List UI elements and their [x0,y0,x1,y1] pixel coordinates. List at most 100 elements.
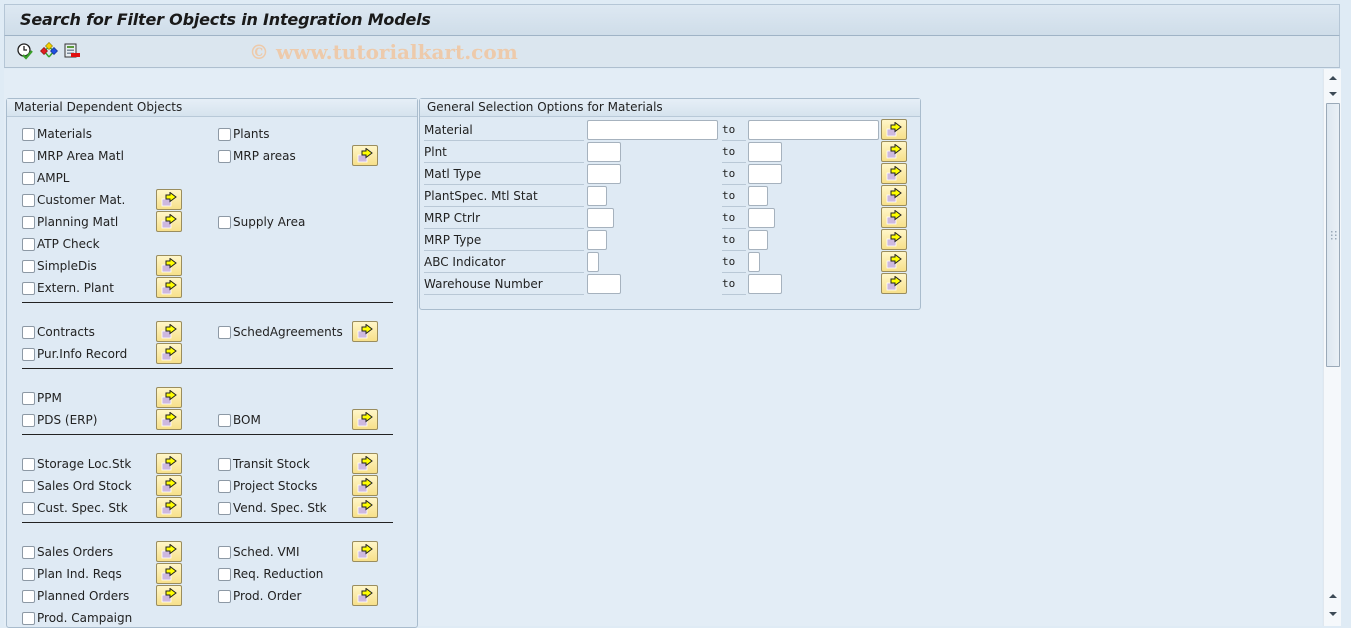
checkbox-item-mrp-areas[interactable]: MRP areas [218,148,296,164]
checkbox-item-plants[interactable]: Plants [218,126,270,142]
plnt-to-input[interactable] [748,142,782,162]
multiple-selection-button-sales-ord-stock[interactable] [156,475,182,496]
checkbox-item-pds-erp[interactable]: PDS (ERP) [22,412,97,428]
material-to-input[interactable] [748,120,879,140]
checkbox-sales-ord-stock[interactable] [22,479,35,493]
checkbox-pds-erp[interactable] [22,413,35,427]
checkbox-bom[interactable] [218,413,231,427]
checkbox-item-ppm[interactable]: PPM [22,390,62,406]
multiple-selection-button-vend-spec-stk[interactable] [352,497,378,518]
checkbox-item-ampl[interactable]: AMPL [22,170,69,186]
checkbox-prod-campaign[interactable] [22,611,35,625]
execute-clock-icon[interactable] [16,42,34,60]
multiple-selection-button-sales-orders[interactable] [156,541,182,562]
checkbox-item-sales-ord-stock[interactable]: Sales Ord Stock [22,478,132,494]
multiple-selection-button-matl-type[interactable] [881,163,907,184]
checkbox-item-simpledis[interactable]: SimpleDis [22,258,97,274]
checkbox-schedagreements[interactable] [218,325,231,339]
checkbox-mrp-areas[interactable] [218,149,231,163]
checkbox-supply-area[interactable] [218,215,231,229]
multiple-selection-button-mrp-type[interactable] [881,229,907,250]
checkbox-ppm[interactable] [22,391,35,405]
warehouse-number-from-input[interactable] [587,274,621,294]
multiple-selection-button-simpledis[interactable] [156,255,182,276]
checkbox-plants[interactable] [218,127,231,141]
multiple-selection-button-cust-spec-stk[interactable] [156,497,182,518]
checkbox-simpledis[interactable] [22,259,35,273]
checkbox-materials[interactable] [22,127,35,141]
checkbox-item-plan-ind-reqs[interactable]: Plan Ind. Reqs [22,566,122,582]
checkbox-item-sched-vmi[interactable]: Sched. VMI [218,544,300,560]
warehouse-number-to-input[interactable] [748,274,782,294]
checkbox-cust-spec-stk[interactable] [22,501,35,515]
multiple-selection-button-schedagreements[interactable] [352,321,378,342]
checkbox-item-project-stocks[interactable]: Project Stocks [218,478,317,494]
checkbox-item-req-reduction[interactable]: Req. Reduction [218,566,323,582]
checkbox-item-planned-orders[interactable]: Planned Orders [22,588,129,604]
abc-indicator-from-input[interactable] [587,252,599,272]
multiple-selection-button-plantspec-mtl-stat[interactable] [881,185,907,206]
checkbox-planned-orders[interactable] [22,589,35,603]
checkbox-ampl[interactable] [22,171,35,185]
checkbox-item-prod-order[interactable]: Prod. Order [218,588,301,604]
multiple-selection-button-prod-order[interactable] [352,585,378,606]
multiple-selection-button-plnt[interactable] [881,141,907,162]
mrp-ctrlr-from-input[interactable] [587,208,614,228]
multiple-selection-button-pur-info-record[interactable] [156,343,182,364]
checkbox-item-cust-spec-stk[interactable]: Cust. Spec. Stk [22,500,128,516]
checkbox-item-vend-spec-stk[interactable]: Vend. Spec. Stk [218,500,327,516]
checkbox-item-contracts[interactable]: Contracts [22,324,95,340]
checkbox-customer-mat[interactable] [22,193,35,207]
checkbox-item-customer-mat[interactable]: Customer Mat. [22,192,125,208]
checkbox-item-bom[interactable]: BOM [218,412,261,428]
material-from-input[interactable] [587,120,718,140]
checkbox-mrp-area-matl[interactable] [22,149,35,163]
mrp-type-from-input[interactable] [587,230,607,250]
checkbox-item-mrp-area-matl[interactable]: MRP Area Matl [22,148,124,164]
scroll-thumb[interactable] [1326,103,1340,367]
checkbox-item-supply-area[interactable]: Supply Area [218,214,305,230]
multiple-selection-button-abc-indicator[interactable] [881,251,907,272]
multiple-selection-button-pds-erp[interactable] [156,409,182,430]
checkbox-prod-order[interactable] [218,589,231,603]
checkbox-extern-plant[interactable] [22,281,35,295]
checkbox-item-schedagreements[interactable]: SchedAgreements [218,324,343,340]
hierarchy-icon[interactable] [40,42,58,60]
checkbox-item-planning-matl[interactable]: Planning Matl [22,214,118,230]
checkbox-plan-ind-reqs[interactable] [22,567,35,581]
checkbox-pur-info-record[interactable] [22,347,35,361]
checkbox-sales-orders[interactable] [22,545,35,559]
checkbox-atp-check[interactable] [22,237,35,251]
multiple-selection-button-sched-vmi[interactable] [352,541,378,562]
multiple-selection-button-mrp-ctrlr[interactable] [881,207,907,228]
checkbox-contracts[interactable] [22,325,35,339]
checkbox-storage-loc-stk[interactable] [22,457,35,471]
abc-indicator-to-input[interactable] [748,252,760,272]
multiple-selection-button-mrp-areas[interactable] [352,145,378,166]
multiple-selection-button-bom[interactable] [352,409,378,430]
matl-type-to-input[interactable] [748,164,782,184]
checkbox-item-storage-loc-stk[interactable]: Storage Loc.Stk [22,456,131,472]
vertical-scrollbar[interactable] [1323,69,1341,626]
multiple-selection-button-warehouse-number[interactable] [881,273,907,294]
checkbox-planning-matl[interactable] [22,215,35,229]
checkbox-item-atp-check[interactable]: ATP Check [22,236,100,252]
multiple-selection-button-contracts[interactable] [156,321,182,342]
checkbox-item-extern-plant[interactable]: Extern. Plant [22,280,114,296]
checkbox-req-reduction[interactable] [218,567,231,581]
checkbox-vend-spec-stk[interactable] [218,501,231,515]
checkbox-item-pur-info-record[interactable]: Pur.Info Record [22,346,127,362]
checkbox-project-stocks[interactable] [218,479,231,493]
checkbox-sched-vmi[interactable] [218,545,231,559]
multiple-selection-button-customer-mat[interactable] [156,189,182,210]
checkbox-item-sales-orders[interactable]: Sales Orders [22,544,113,560]
mrp-type-to-input[interactable] [748,230,768,250]
mrp-ctrlr-to-input[interactable] [748,208,775,228]
plantspec-mtl-stat-to-input[interactable] [748,186,768,206]
multiple-selection-button-transit-stock[interactable] [352,453,378,474]
checkbox-item-transit-stock[interactable]: Transit Stock [218,456,310,472]
plnt-from-input[interactable] [587,142,621,162]
checkbox-transit-stock[interactable] [218,457,231,471]
checkbox-item-materials[interactable]: Materials [22,126,92,142]
scroll-up-button-bottom[interactable] [1324,587,1342,605]
